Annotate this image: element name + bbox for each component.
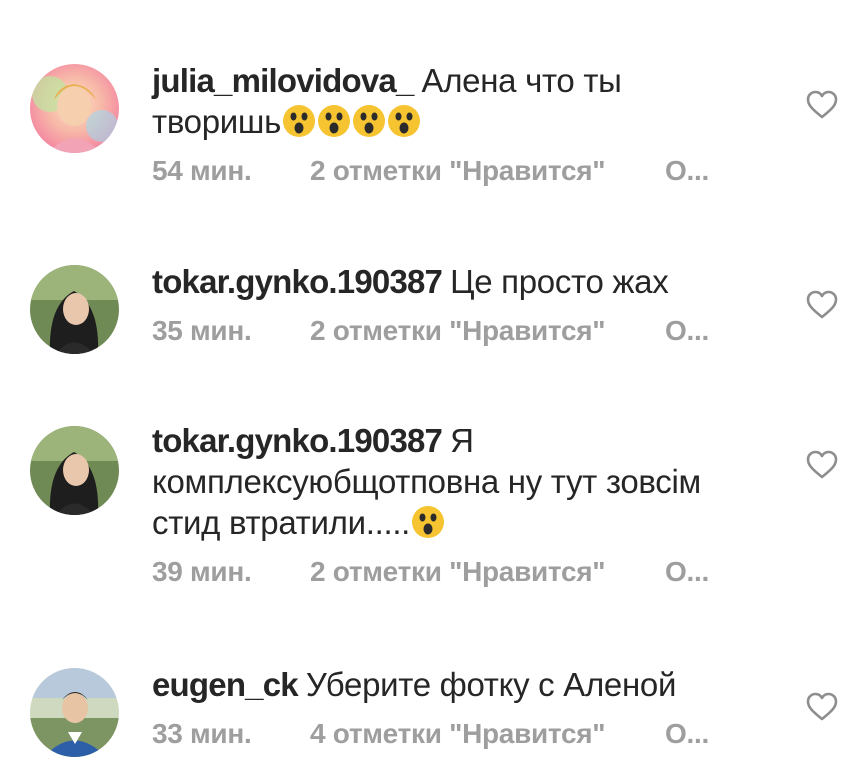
- avatar[interactable]: [30, 64, 119, 153]
- comment-text: Уберите фотку с Аленой: [305, 666, 677, 703]
- reply-button[interactable]: О...: [665, 717, 709, 751]
- comment-timestamp: 39 мин.: [152, 556, 252, 587]
- comment-username[interactable]: tokar.gynko.190387: [152, 422, 443, 459]
- comment-text: Я: [450, 422, 474, 459]
- comment-meta: 33 мин. 4 отметки "Нравится" О...: [152, 717, 792, 751]
- reply-button[interactable]: О...: [665, 314, 709, 348]
- comment-text: Алена что ты: [421, 62, 622, 99]
- comment-username[interactable]: tokar.gynko.190387: [152, 263, 443, 300]
- comments-list: julia_milovidova_ Алена что ты творишь 54…: [0, 0, 864, 768]
- comment-text: Це просто жах: [450, 263, 669, 300]
- comment-text: стид втратили.....: [152, 504, 411, 541]
- surprised-face-emoji-icon: [282, 105, 315, 137]
- comment-text: творишь: [152, 103, 281, 140]
- like-heart-icon[interactable]: [806, 290, 838, 320]
- comment-meta: 35 мин. 2 отметки "Нравится" О...: [152, 314, 792, 348]
- comment-text: комплексуюбщотповна ну тут зовсім: [152, 463, 701, 500]
- like-count-link[interactable]: 2 отметки "Нравится": [310, 314, 665, 348]
- like-heart-icon[interactable]: [806, 90, 838, 120]
- comment-username[interactable]: eugen_ck: [152, 666, 299, 703]
- like-heart-icon[interactable]: [806, 692, 838, 722]
- comment-meta: 54 мин. 2 отметки "Нравится" О...: [152, 154, 792, 188]
- like-count-link[interactable]: 2 отметки "Нравится": [310, 154, 665, 188]
- surprised-face-emoji-icon: [317, 105, 350, 137]
- surprised-face-emoji-icon: [412, 506, 445, 538]
- comment-timestamp: 33 мин.: [152, 718, 252, 749]
- comment-username[interactable]: julia_milovidova_: [152, 62, 414, 99]
- like-count-link[interactable]: 4 отметки "Нравится": [310, 717, 665, 751]
- like-count-link[interactable]: 2 отметки "Нравится": [310, 555, 665, 589]
- avatar[interactable]: [30, 426, 119, 515]
- comment-timestamp: 54 мин.: [152, 155, 252, 186]
- reply-button[interactable]: О...: [665, 555, 709, 589]
- reply-button[interactable]: О...: [665, 154, 709, 188]
- surprised-face-emoji-icon: [387, 105, 420, 137]
- comment-meta: 39 мин. 2 отметки "Нравится" О...: [152, 555, 792, 589]
- avatar[interactable]: [30, 265, 119, 354]
- avatar[interactable]: [30, 668, 119, 757]
- surprised-face-emoji-icon: [352, 105, 385, 137]
- like-heart-icon[interactable]: [806, 450, 838, 480]
- comment-timestamp: 35 мин.: [152, 315, 252, 346]
